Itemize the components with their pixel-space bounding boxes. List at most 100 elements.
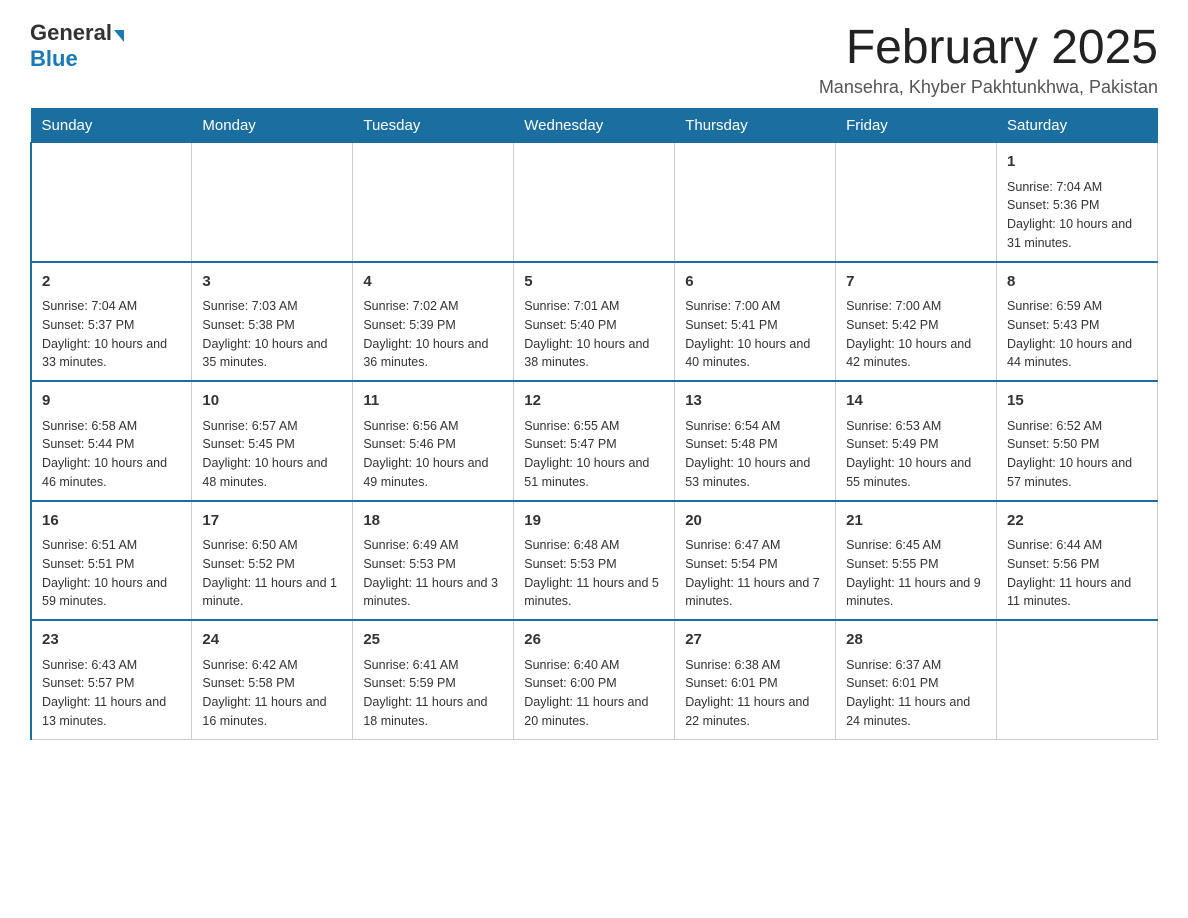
calendar-cell: 7Sunrise: 7:00 AMSunset: 5:42 PMDaylight… <box>836 262 997 382</box>
calendar-cell: 28 Sunrise: 6:37 AMSunset: 6:01 PMDayligh… <box>836 620 997 739</box>
day-info: Sunrise: 6:52 AMSunset: 5:50 PMDaylight:… <box>1007 417 1147 492</box>
day-number: 5 <box>524 271 664 294</box>
calendar-cell: 4 Sunrise: 7:02 AMSunset: 5:39 PMDaylight… <box>353 262 514 382</box>
day-info: Sunrise: 6:44 AMSunset: 5:56 PMDaylight:… <box>1007 536 1147 611</box>
calendar-week-row: 23 Sunrise: 6:43 AMSunset: 5:57 PMDayligh… <box>31 620 1158 739</box>
calendar-header-row: SundayMondayTuesdayWednesdayThursdayFrid… <box>31 109 1158 143</box>
calendar-cell: 15 Sunrise: 6:52 AMSunset: 5:50 PMDayligh… <box>997 381 1158 501</box>
day-info: Sunrise: 6:48 AMSunset: 5:53 PMDaylight:… <box>524 536 664 611</box>
day-number: 15 <box>1007 390 1147 413</box>
calendar-cell <box>514 143 675 262</box>
calendar-cell: 16 Sunrise: 6:51 AMSunset: 5:51 PMDayligh… <box>31 501 192 621</box>
logo: General Blue <box>30 20 124 72</box>
day-info: Sunrise: 6:53 AMSunset: 5:49 PMDaylight:… <box>846 417 986 492</box>
calendar-cell <box>353 143 514 262</box>
day-info: Sunrise: 7:02 AMSunset: 5:39 PMDaylight:… <box>363 297 503 372</box>
day-number: 6 <box>685 271 825 294</box>
calendar-cell: 24 Sunrise: 6:42 AMSunset: 5:58 PMDayligh… <box>192 620 353 739</box>
calendar-cell: 19Sunrise: 6:48 AMSunset: 5:53 PMDayligh… <box>514 501 675 621</box>
logo-blue-text: Blue <box>30 46 78 71</box>
calendar-cell: 25 Sunrise: 6:41 AMSunset: 5:59 PMDayligh… <box>353 620 514 739</box>
day-info: Sunrise: 6:50 AMSunset: 5:52 PMDaylight:… <box>202 536 342 611</box>
calendar-cell: 27Sunrise: 6:38 AMSunset: 6:01 PMDayligh… <box>675 620 836 739</box>
day-number: 10 <box>202 390 342 413</box>
calendar-header-monday: Monday <box>192 109 353 143</box>
calendar-cell: 6Sunrise: 7:00 AMSunset: 5:41 PMDaylight… <box>675 262 836 382</box>
day-number: 23 <box>42 629 181 652</box>
calendar-cell: 2Sunrise: 7:04 AMSunset: 5:37 PMDaylight… <box>31 262 192 382</box>
calendar-cell: 21 Sunrise: 6:45 AMSunset: 5:55 PMDayligh… <box>836 501 997 621</box>
day-info: Sunrise: 6:55 AMSunset: 5:47 PMDaylight:… <box>524 417 664 492</box>
calendar-cell: 1Sunrise: 7:04 AMSunset: 5:36 PMDaylight… <box>997 143 1158 262</box>
calendar-cell: 18 Sunrise: 6:49 AMSunset: 5:53 PMDayligh… <box>353 501 514 621</box>
day-info: Sunrise: 6:47 AMSunset: 5:54 PMDaylight:… <box>685 536 825 611</box>
day-info: Sunrise: 6:49 AMSunset: 5:53 PMDaylight:… <box>363 536 503 611</box>
day-number: 18 <box>363 510 503 533</box>
logo-line2: Blue <box>30 46 78 72</box>
calendar-week-row: 2Sunrise: 7:04 AMSunset: 5:37 PMDaylight… <box>31 262 1158 382</box>
day-number: 13 <box>685 390 825 413</box>
calendar-cell: 12 Sunrise: 6:55 AMSunset: 5:47 PMDayligh… <box>514 381 675 501</box>
day-info: Sunrise: 7:04 AMSunset: 5:37 PMDaylight:… <box>42 297 181 372</box>
day-info: Sunrise: 6:37 AMSunset: 6:01 PMDaylight:… <box>846 656 986 731</box>
calendar-cell <box>192 143 353 262</box>
day-info: Sunrise: 6:40 AMSunset: 6:00 PMDaylight:… <box>524 656 664 731</box>
day-number: 24 <box>202 629 342 652</box>
calendar-week-row: 16 Sunrise: 6:51 AMSunset: 5:51 PMDayligh… <box>31 501 1158 621</box>
calendar-cell: 10 Sunrise: 6:57 AMSunset: 5:45 PMDayligh… <box>192 381 353 501</box>
calendar-cell <box>675 143 836 262</box>
calendar-header-tuesday: Tuesday <box>353 109 514 143</box>
day-info: Sunrise: 6:45 AMSunset: 5:55 PMDaylight:… <box>846 536 986 611</box>
day-number: 17 <box>202 510 342 533</box>
calendar-cell: 20Sunrise: 6:47 AMSunset: 5:54 PMDayligh… <box>675 501 836 621</box>
day-number: 1 <box>1007 151 1147 174</box>
day-number: 3 <box>202 271 342 294</box>
calendar-header-friday: Friday <box>836 109 997 143</box>
logo-triangle-icon <box>114 30 124 42</box>
logo-line1: General <box>30 20 124 46</box>
day-info: Sunrise: 6:51 AMSunset: 5:51 PMDaylight:… <box>42 536 181 611</box>
day-number: 26 <box>524 629 664 652</box>
day-info: Sunrise: 6:42 AMSunset: 5:58 PMDaylight:… <box>202 656 342 731</box>
calendar-cell: 9Sunrise: 6:58 AMSunset: 5:44 PMDaylight… <box>31 381 192 501</box>
calendar-week-row: 9Sunrise: 6:58 AMSunset: 5:44 PMDaylight… <box>31 381 1158 501</box>
calendar-cell <box>997 620 1158 739</box>
day-number: 22 <box>1007 510 1147 533</box>
day-number: 25 <box>363 629 503 652</box>
day-number: 12 <box>524 390 664 413</box>
day-number: 11 <box>363 390 503 413</box>
location-text: Mansehra, Khyber Pakhtunkhwa, Pakistan <box>819 77 1158 98</box>
calendar-week-row: 1Sunrise: 7:04 AMSunset: 5:36 PMDaylight… <box>31 143 1158 262</box>
day-number: 28 <box>846 629 986 652</box>
day-info: Sunrise: 6:54 AMSunset: 5:48 PMDaylight:… <box>685 417 825 492</box>
calendar-cell: 13 Sunrise: 6:54 AMSunset: 5:48 PMDayligh… <box>675 381 836 501</box>
calendar-cell: 3 Sunrise: 7:03 AMSunset: 5:38 PMDaylight… <box>192 262 353 382</box>
day-info: Sunrise: 7:03 AMSunset: 5:38 PMDaylight:… <box>202 297 342 372</box>
day-number: 14 <box>846 390 986 413</box>
calendar-header-sunday: Sunday <box>31 109 192 143</box>
calendar-table: SundayMondayTuesdayWednesdayThursdayFrid… <box>30 108 1158 740</box>
day-info: Sunrise: 6:56 AMSunset: 5:46 PMDaylight:… <box>363 417 503 492</box>
calendar-cell <box>836 143 997 262</box>
calendar-header-wednesday: Wednesday <box>514 109 675 143</box>
day-number: 7 <box>846 271 986 294</box>
day-number: 8 <box>1007 271 1147 294</box>
day-info: Sunrise: 6:43 AMSunset: 5:57 PMDaylight:… <box>42 656 181 731</box>
day-info: Sunrise: 7:01 AMSunset: 5:40 PMDaylight:… <box>524 297 664 372</box>
calendar-cell <box>31 143 192 262</box>
day-info: Sunrise: 6:59 AMSunset: 5:43 PMDaylight:… <box>1007 297 1147 372</box>
calendar-cell: 22 Sunrise: 6:44 AMSunset: 5:56 PMDayligh… <box>997 501 1158 621</box>
calendar-cell: 5 Sunrise: 7:01 AMSunset: 5:40 PMDaylight… <box>514 262 675 382</box>
calendar-header-saturday: Saturday <box>997 109 1158 143</box>
day-number: 27 <box>685 629 825 652</box>
day-number: 4 <box>363 271 503 294</box>
day-number: 21 <box>846 510 986 533</box>
day-number: 16 <box>42 510 181 533</box>
day-number: 9 <box>42 390 181 413</box>
day-info: Sunrise: 6:41 AMSunset: 5:59 PMDaylight:… <box>363 656 503 731</box>
calendar-cell: 8 Sunrise: 6:59 AMSunset: 5:43 PMDaylight… <box>997 262 1158 382</box>
calendar-cell: 17 Sunrise: 6:50 AMSunset: 5:52 PMDayligh… <box>192 501 353 621</box>
month-title: February 2025 <box>819 20 1158 75</box>
page-header: General Blue February 2025 Mansehra, Khy… <box>30 20 1158 98</box>
day-info: Sunrise: 6:57 AMSunset: 5:45 PMDaylight:… <box>202 417 342 492</box>
